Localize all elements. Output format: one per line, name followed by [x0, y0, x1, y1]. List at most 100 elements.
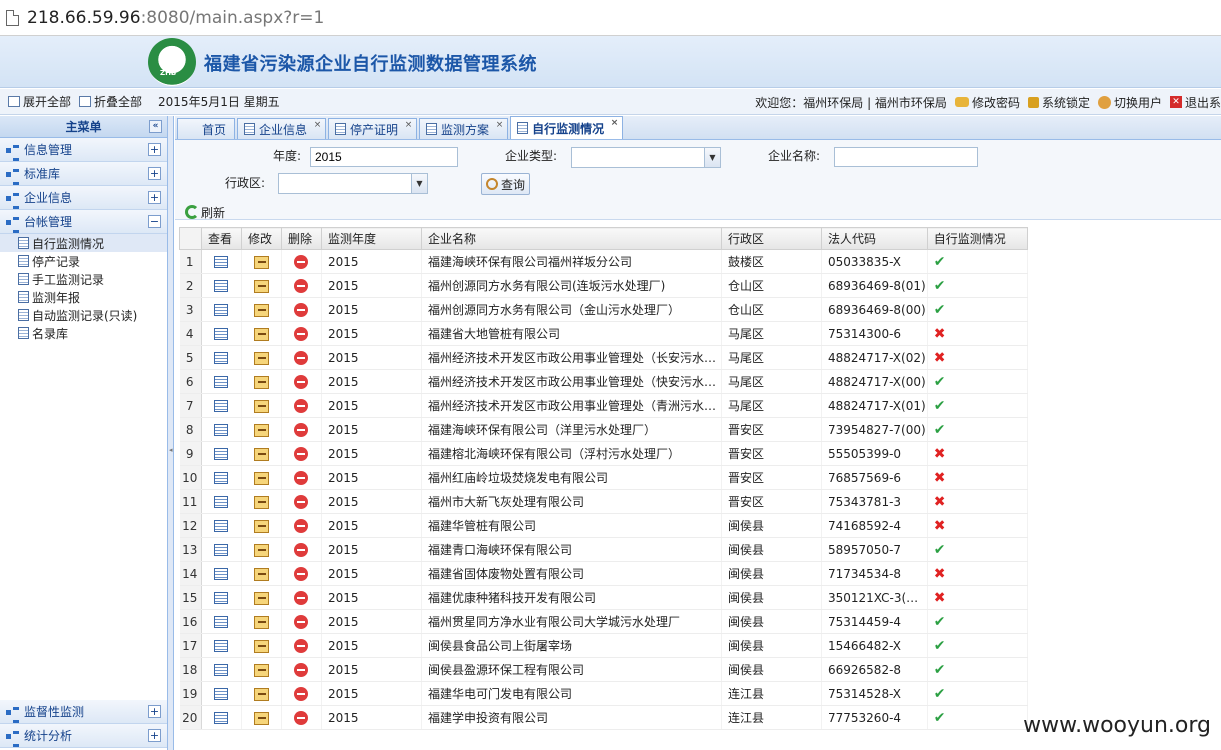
address-bar[interactable]: 218.66.59.96:8080/main.aspx?r=1	[0, 0, 1221, 36]
delete-button[interactable]	[281, 417, 322, 442]
edit-button[interactable]	[241, 369, 282, 394]
edit-button[interactable]	[241, 657, 282, 682]
view-button[interactable]	[201, 441, 242, 466]
column-header[interactable]: 修改	[241, 227, 282, 250]
column-header[interactable]: 行政区	[721, 227, 822, 250]
expand-all-button[interactable]: 展开全部	[8, 93, 71, 110]
column-header[interactable]: 查看	[201, 227, 242, 250]
table-row[interactable]: 17 2015 闽侯县食品公司上街屠宰场 闽侯县 15466482-X ✔	[179, 633, 1028, 658]
view-button[interactable]	[201, 681, 242, 706]
year-input[interactable]	[310, 147, 458, 167]
table-row[interactable]: 1 2015 福建海峡环保有限公司福州祥坂分公司 鼓楼区 05033835-X ✔	[179, 249, 1028, 274]
table-row[interactable]: 9 2015 福建榕北海峡环保有限公司（浮村污水处理厂） 晋安区 55505399-0 ✖	[179, 441, 1028, 466]
sidebar-group-supervision[interactable]: 监督性监测 +	[0, 700, 167, 724]
refresh-button[interactable]: 刷新	[185, 204, 225, 221]
sidebar-group-standards[interactable]: 标准库 +	[0, 162, 167, 186]
edit-button[interactable]	[241, 465, 282, 490]
expand-icon[interactable]: +	[148, 191, 161, 204]
expand-icon[interactable]: +	[148, 143, 161, 156]
delete-button[interactable]	[281, 633, 322, 658]
edit-button[interactable]	[241, 273, 282, 298]
tab-home[interactable]: 首页	[177, 118, 236, 139]
sidebar-item-self-monitoring[interactable]: 自行监测情况	[0, 234, 167, 252]
edit-button[interactable]	[241, 537, 282, 562]
table-row[interactable]: 7 2015 福州经济技术开发区市政公用事业管理处（青洲污水… 马尾区 48824717…	[179, 393, 1028, 418]
close-icon[interactable]: ×	[495, 121, 504, 130]
table-row[interactable]: 2 2015 福州创源同方水务有限公司(连坂污水处理厂) 仓山区 68936469-8(…	[179, 273, 1028, 298]
edit-button[interactable]	[241, 633, 282, 658]
view-button[interactable]	[201, 273, 242, 298]
edit-button[interactable]	[241, 297, 282, 322]
edit-button[interactable]	[241, 417, 282, 442]
delete-button[interactable]	[281, 681, 322, 706]
delete-button[interactable]	[281, 369, 322, 394]
column-header[interactable]: 监测年度	[321, 227, 422, 250]
sidebar-item-annual-report[interactable]: 监测年报	[0, 288, 167, 306]
edit-button[interactable]	[241, 513, 282, 538]
delete-button[interactable]	[281, 489, 322, 514]
edit-button[interactable]	[241, 393, 282, 418]
view-button[interactable]	[201, 561, 242, 586]
table-row[interactable]: 4 2015 福建省大地管桩有限公司 马尾区 75314300-6 ✖	[179, 321, 1028, 346]
collapse-all-button[interactable]: 折叠全部	[79, 93, 142, 110]
table-row[interactable]: 19 2015 福建华电可门发电有限公司 连江县 75314528-X ✔	[179, 681, 1028, 706]
view-button[interactable]	[201, 705, 242, 730]
sidebar-group-info[interactable]: 信息管理 +	[0, 138, 167, 162]
district-select[interactable]: ▼	[278, 173, 428, 194]
delete-button[interactable]	[281, 297, 322, 322]
delete-button[interactable]	[281, 561, 322, 586]
view-button[interactable]	[201, 345, 242, 370]
table-row[interactable]: 14 2015 福建省固体废物处置有限公司 闽侯县 71734534-8 ✖	[179, 561, 1028, 586]
view-button[interactable]	[201, 609, 242, 634]
delete-button[interactable]	[281, 465, 322, 490]
view-button[interactable]	[201, 585, 242, 610]
collapse-sidebar-icon[interactable]: «	[149, 120, 162, 133]
edit-button[interactable]	[241, 561, 282, 586]
edit-button[interactable]	[241, 345, 282, 370]
view-button[interactable]	[201, 537, 242, 562]
view-button[interactable]	[201, 657, 242, 682]
close-icon[interactable]: ×	[313, 121, 322, 130]
column-header[interactable]: 自行监测情况	[926, 227, 1028, 250]
table-row[interactable]: 11 2015 福州市大新飞灰处理有限公司 晋安区 75343781-3 ✖	[179, 489, 1028, 514]
close-icon[interactable]: ×	[404, 121, 413, 130]
edit-button[interactable]	[241, 249, 282, 274]
view-button[interactable]	[201, 489, 242, 514]
search-button[interactable]: 查询	[481, 173, 531, 195]
edit-button[interactable]	[241, 321, 282, 346]
sidebar-group-enterprise[interactable]: 企业信息 +	[0, 186, 167, 210]
tab-shutdown-proof[interactable]: 停产证明 ×	[328, 118, 418, 139]
view-button[interactable]	[201, 297, 242, 322]
view-button[interactable]	[201, 465, 242, 490]
delete-button[interactable]	[281, 513, 322, 538]
delete-button[interactable]	[281, 393, 322, 418]
table-row[interactable]: 20 2015 福建学申投资有限公司 连江县 77753260-4 ✔	[179, 705, 1028, 730]
tab-self-monitoring[interactable]: 自行监测情况 ×	[510, 116, 624, 139]
view-button[interactable]	[201, 417, 242, 442]
expand-icon[interactable]: +	[148, 167, 161, 180]
view-button[interactable]	[201, 369, 242, 394]
column-header[interactable]: 企业名称	[421, 227, 722, 250]
switch-user-button[interactable]: 切换用户	[1097, 94, 1162, 111]
change-password-button[interactable]: 修改密码	[954, 94, 1020, 111]
edit-button[interactable]	[241, 681, 282, 706]
delete-button[interactable]	[281, 585, 322, 610]
edit-button[interactable]	[241, 585, 282, 610]
edit-button[interactable]	[241, 441, 282, 466]
delete-button[interactable]	[281, 657, 322, 682]
enterprise-name-input[interactable]	[834, 147, 978, 167]
column-header[interactable]: 法人代码	[821, 227, 928, 250]
view-button[interactable]	[201, 393, 242, 418]
delete-button[interactable]	[281, 609, 322, 634]
edit-button[interactable]	[241, 609, 282, 634]
view-button[interactable]	[201, 321, 242, 346]
table-row[interactable]: 8 2015 福建海峡环保有限公司（洋里污水处理厂） 晋安区 73954827-7(00…	[179, 417, 1028, 442]
table-row[interactable]: 12 2015 福建华管桩有限公司 闽侯县 74168592-4 ✖	[179, 513, 1028, 538]
sidebar-item-shutdown-records[interactable]: 停产记录	[0, 252, 167, 270]
expand-icon[interactable]: +	[148, 705, 161, 718]
delete-button[interactable]	[281, 705, 322, 730]
table-row[interactable]: 5 2015 福州经济技术开发区市政公用事业管理处（长安污水… 马尾区 48824717…	[179, 345, 1028, 370]
logout-button[interactable]: ✕ 退出系	[1169, 94, 1221, 111]
delete-button[interactable]	[281, 537, 322, 562]
view-button[interactable]	[201, 633, 242, 658]
